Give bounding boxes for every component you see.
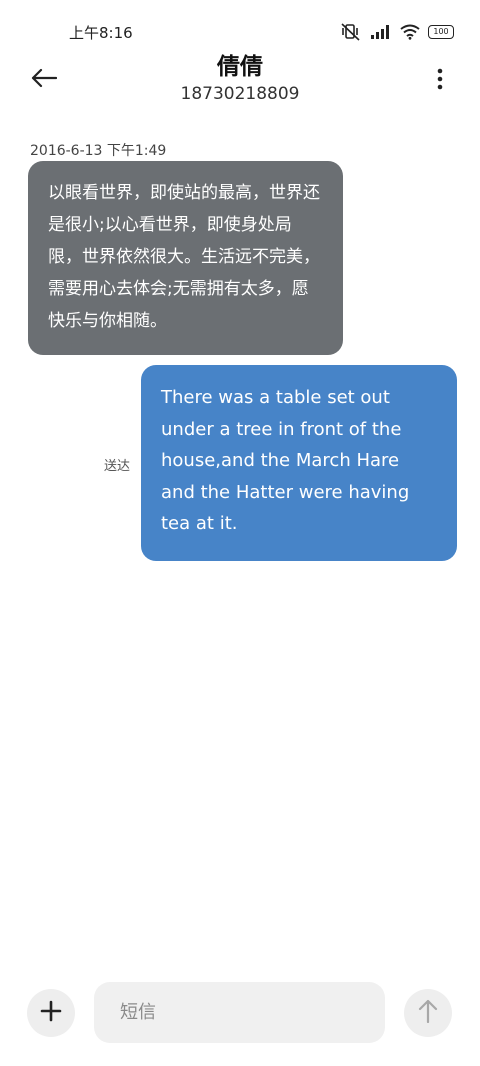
conversation-header: 倩倩 18730218809 [0, 52, 480, 112]
back-button[interactable] [24, 64, 64, 96]
back-arrow-icon [31, 68, 58, 92]
signal-icon [370, 24, 392, 40]
more-vertical-icon [437, 68, 443, 94]
outgoing-message-bubble[interactable]: There was a table set out under a tree i… [141, 365, 457, 561]
plus-icon [40, 1000, 62, 1026]
mute-vibrate-icon [340, 23, 362, 41]
contact-name: 倩倩 [217, 54, 263, 80]
send-arrow-icon [418, 999, 438, 1027]
battery-icon: 100 [428, 25, 454, 39]
status-icons: 100 [340, 22, 454, 42]
contact-title[interactable]: 倩倩 18730218809 [80, 52, 400, 106]
add-attachment-button[interactable] [27, 989, 75, 1037]
wifi-icon [400, 24, 420, 40]
incoming-message-bubble[interactable]: 以眼看世界，即使站的最高，世界还是很小;以心看世界，即使身处局限，世界依然很大。… [28, 161, 343, 355]
message-timestamp: 2016-6-13 下午1:49 [30, 143, 167, 159]
status-time: 上午8:16 [69, 24, 133, 42]
more-options-button[interactable] [428, 66, 452, 96]
send-button[interactable] [404, 989, 452, 1037]
delivery-status: 送达 [104, 459, 131, 474]
sms-input[interactable] [94, 982, 385, 1043]
composer-bar [0, 970, 480, 1060]
contact-number: 18730218809 [180, 84, 300, 104]
